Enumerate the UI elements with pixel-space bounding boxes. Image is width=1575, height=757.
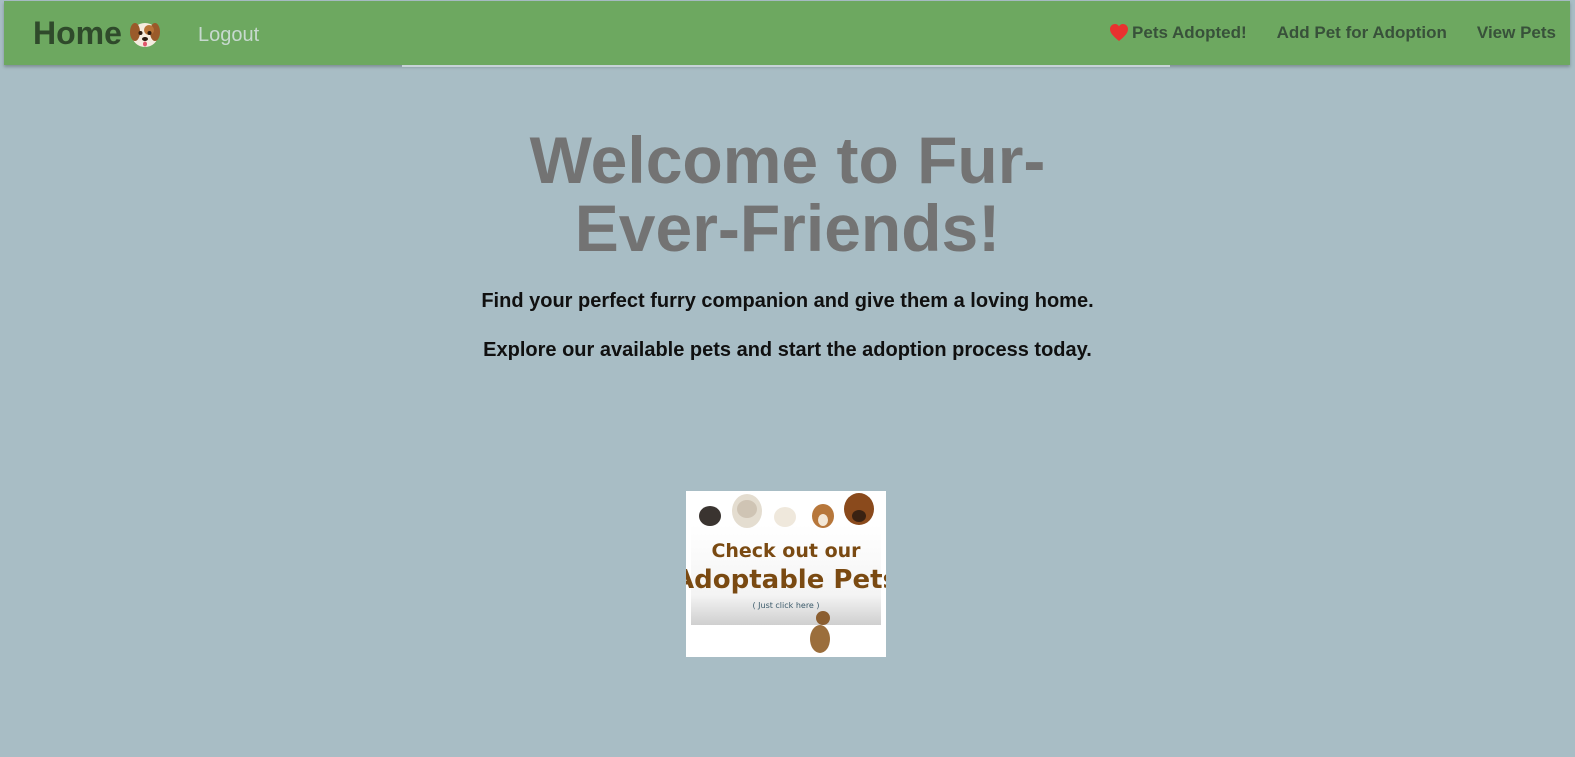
promo-line-1: Check out our [711,540,861,562]
pets-adopted-label: Pets Adopted! [1132,23,1247,42]
dog-icon [128,17,162,51]
adoptable-pets-banner[interactable]: Check out our Adoptable Pets ( Just clic… [674,491,898,657]
hero-section: Welcome to Fur-Ever-Friends! Find your p… [0,126,1575,362]
hero-subtitle: Find your perfect furry companion and gi… [481,290,1094,312]
promo-line-3: ( Just click here ) [752,601,819,610]
heart-icon [1110,24,1129,41]
nav-underline [402,65,1170,67]
view-pets-link[interactable]: View Pets [1477,23,1556,43]
logout-link[interactable]: Logout [198,24,259,47]
home-label: Home [33,15,122,51]
page-title: Welcome to Fur-Ever-Friends! [529,123,1046,265]
pets-adopted-link[interactable]: Pets Adopted! [1109,23,1247,43]
hero-subtitle-2: Explore our available pets and start the… [483,339,1092,361]
promo-line-2: Adoptable Pets [686,565,886,595]
add-pet-link[interactable]: Add Pet for Adoption [1277,23,1447,43]
home-link[interactable]: Home [33,15,162,52]
navbar: Home Logout Pets Adopted! Add Pet for Ad… [4,1,1570,65]
nav-links: Pets Adopted! Add Pet for Adoption View … [1109,23,1556,43]
adoptable-pets-image: Check out our Adoptable Pets ( Just clic… [674,491,898,657]
